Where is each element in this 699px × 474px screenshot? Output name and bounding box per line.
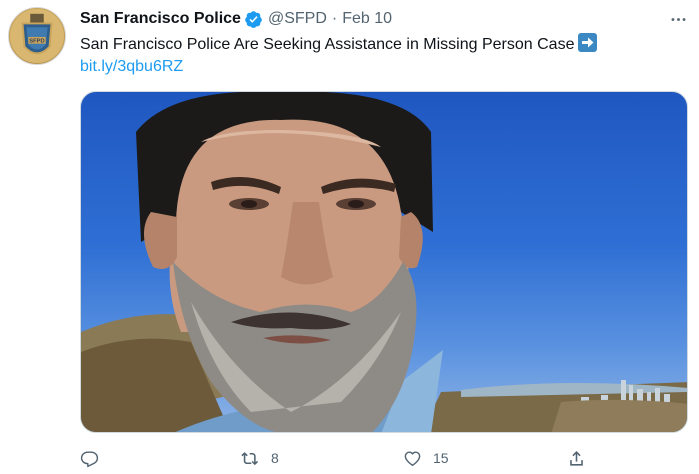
tweet-link[interactable]: bit.ly/3qbu6RZ [80, 56, 680, 78]
separator-dot: · [331, 10, 338, 27]
author-handle[interactable]: @SFPD [268, 10, 327, 28]
reply-button[interactable] [80, 446, 110, 470]
author-display-name[interactable]: San Francisco Police [80, 10, 241, 28]
photo-of-bearded-man [81, 92, 687, 432]
tweet-actions: 8 15 [80, 446, 600, 470]
right-arrow-emoji-icon [578, 33, 598, 52]
share-button[interactable] [567, 446, 586, 470]
tweet-photo[interactable] [80, 91, 688, 433]
retweet-count: 8 [271, 450, 279, 466]
verified-badge-icon [244, 10, 263, 29]
like-button[interactable]: 15 [403, 446, 449, 470]
retweet-icon [241, 451, 259, 465]
author-avatar[interactable]: SFPD [8, 7, 66, 65]
more-dots-icon[interactable] [667, 8, 689, 30]
tweet-header: San Francisco Police @SFPD · Feb 10 [80, 8, 392, 30]
like-count: 15 [433, 450, 449, 466]
reply-icon [80, 450, 99, 467]
tweet-date[interactable]: Feb 10 [342, 10, 392, 28]
heart-icon [404, 450, 421, 466]
retweet-button[interactable]: 8 [241, 446, 279, 470]
tweet-body: San Francisco Police Are Seeking Assista… [80, 36, 575, 53]
share-icon [570, 450, 583, 466]
tweet-text: San Francisco Police Are Seeking Assista… [80, 33, 680, 78]
sfpd-badge-icon: SFPD [9, 8, 65, 64]
svg-text:SFPD: SFPD [29, 39, 44, 45]
